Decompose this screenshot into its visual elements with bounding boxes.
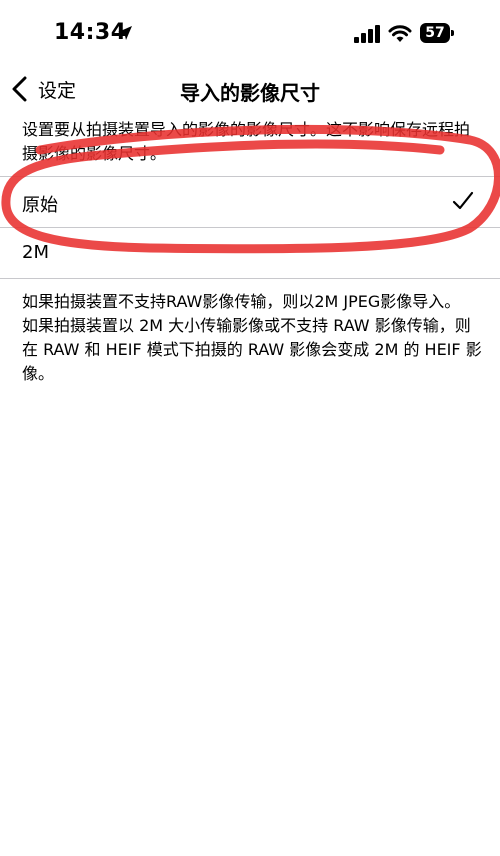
option-original[interactable]: 原始	[0, 177, 500, 228]
battery-level: 57	[420, 23, 450, 43]
description-text: 设置要从拍摄装置导入的影像的影像尺寸。这不影响保存远程拍摄影像的影像尺寸。	[22, 120, 471, 163]
back-label: 设定	[38, 79, 77, 102]
option-list: 原始 2M	[0, 176, 500, 279]
wifi-icon	[388, 25, 412, 42]
footnote-line-1: 如果拍摄装置不支持RAW影像传输，则以2M JPEG影像导入。	[22, 292, 461, 311]
option-label: 原始	[22, 195, 58, 216]
back-button[interactable]: 设定	[10, 72, 76, 106]
location-arrow-icon	[118, 26, 132, 40]
battery-icon: 57	[420, 23, 454, 43]
footnote-line-2: 如果拍摄装置以 2M 大小传输影像或不支持 RAW 影像传输，则在 RAW 和 …	[22, 316, 482, 383]
checkmark-icon	[452, 191, 474, 210]
chevron-left-icon	[12, 76, 27, 102]
cellular-signal-icon	[354, 25, 380, 43]
footnote: 如果拍摄装置不支持RAW影像传输，则以2M JPEG影像导入。 如果拍摄装置以 …	[22, 290, 482, 386]
option-label: 2M	[22, 242, 49, 263]
status-bar: 14:34 57	[0, 0, 500, 60]
navigation-bar: 导入的影像尺寸 设定	[0, 62, 500, 114]
option-2m[interactable]: 2M	[0, 228, 500, 279]
